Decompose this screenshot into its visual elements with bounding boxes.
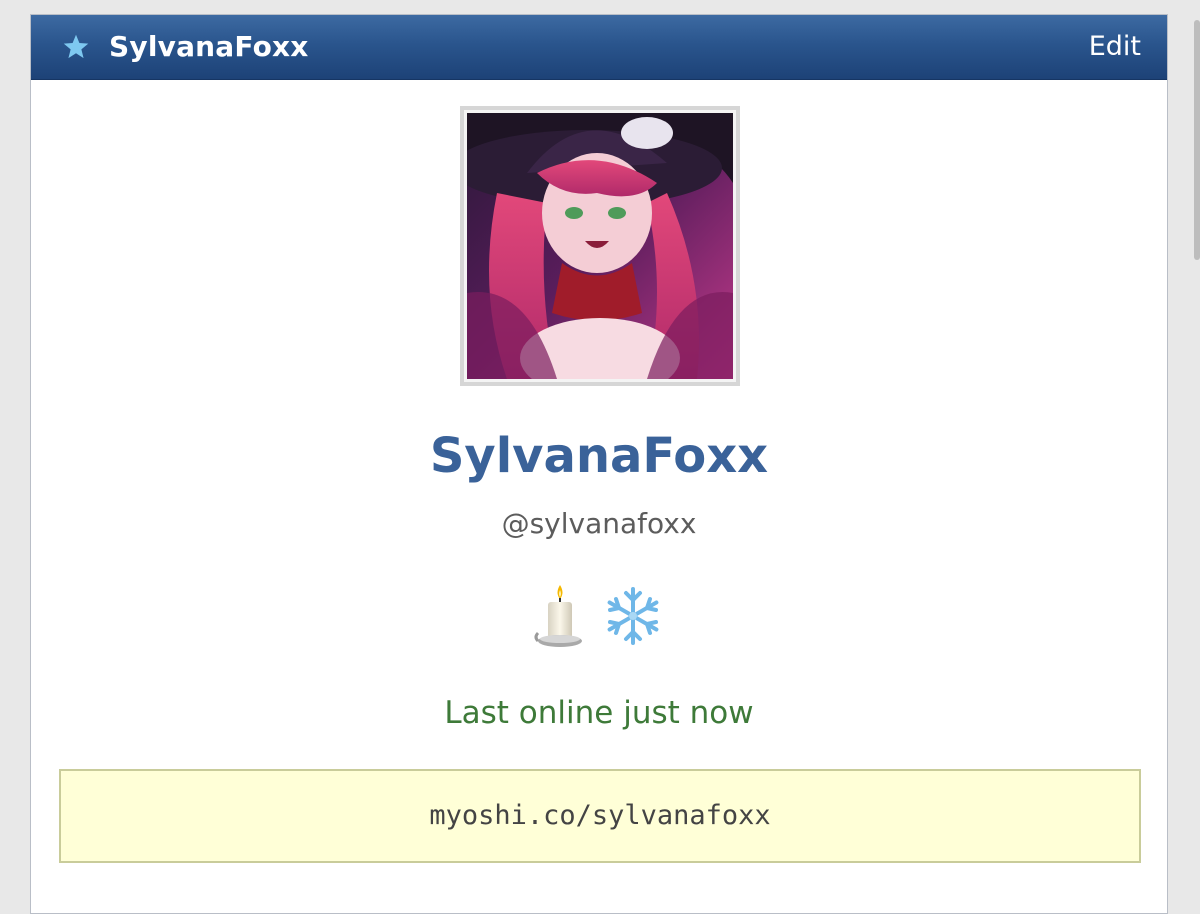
edit-button[interactable]: Edit [1089, 30, 1141, 64]
avatar-image [467, 113, 733, 379]
header-bar: SylvanaFoxx Edit [31, 15, 1167, 80]
star-icon [63, 34, 89, 59]
snowflake-icon [607, 587, 658, 645]
candle-icon [534, 585, 583, 647]
profile-url[interactable]: myoshi.co/sylvanafoxx [59, 769, 1141, 863]
avatar[interactable] [460, 106, 740, 386]
display-name: SylvanaFoxx [429, 428, 769, 484]
last-online-status: Last online just now [444, 695, 754, 731]
username-handle: @sylvanafoxx [501, 507, 697, 540]
badge-row [31, 581, 1167, 651]
profile-window: SylvanaFoxx Edit SylvanaFoxx @sylvanafox… [30, 14, 1168, 914]
scrollbar[interactable] [1194, 20, 1200, 260]
header-title: SylvanaFoxx [109, 30, 309, 63]
